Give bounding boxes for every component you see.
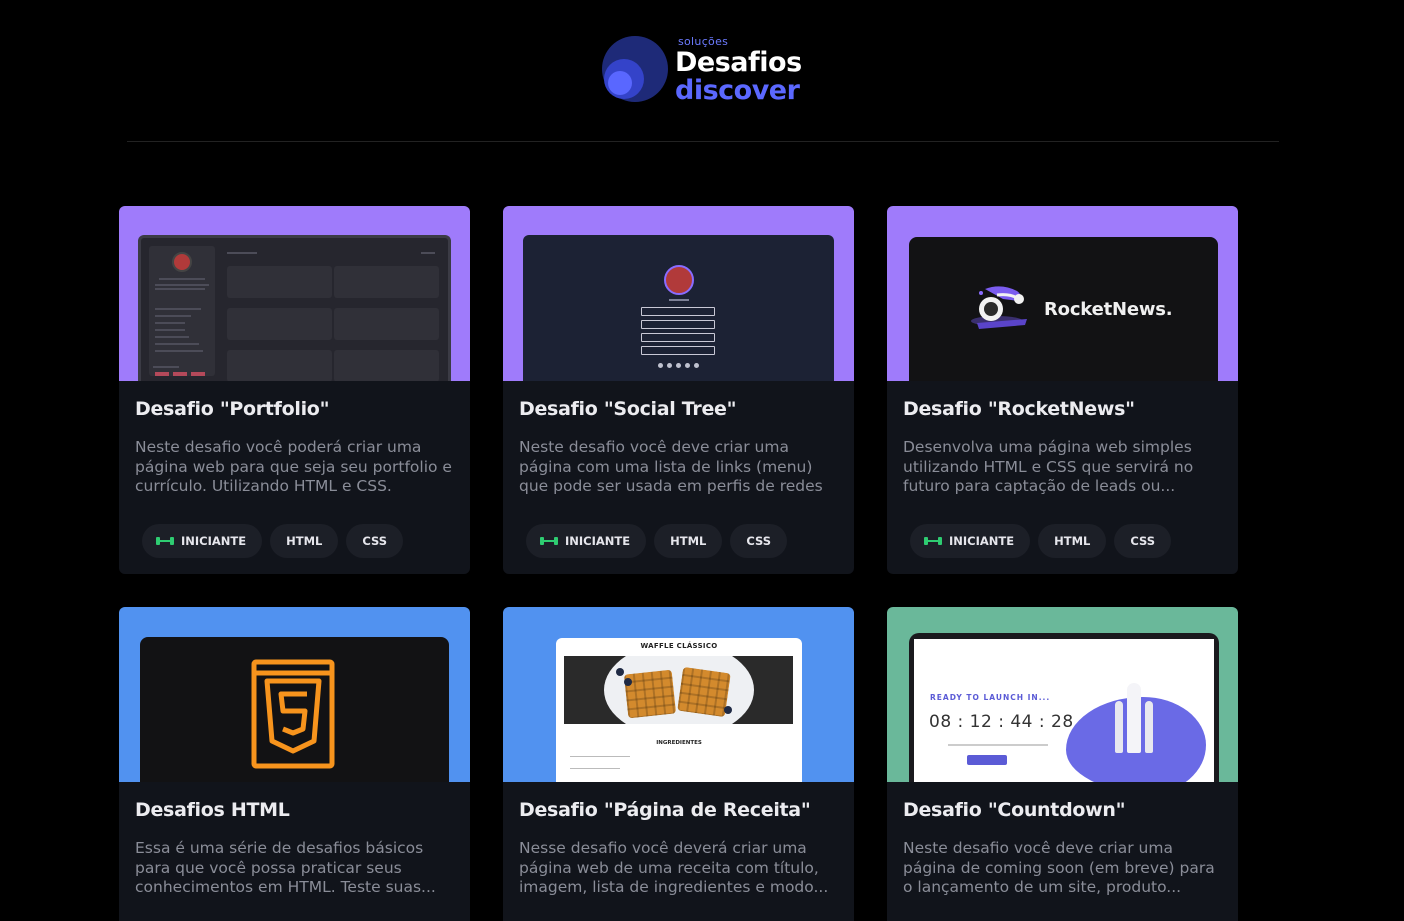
html5-icon (251, 659, 335, 769)
dumbbell-icon (540, 536, 558, 546)
card-description: Neste desafio você deve criar uma página… (519, 438, 823, 495)
card-title: Desafio "Página de Receita" (519, 799, 811, 821)
rocket-icon (1127, 683, 1141, 753)
tag-list: INICIANTE HTML CSS (526, 524, 788, 558)
card-description: Essa é uma série de desafios básicos par… (135, 839, 436, 896)
card-title: Desafio "Social Tree" (519, 398, 737, 420)
tag-list: INICIANTE HTML CSS (142, 524, 404, 558)
card-title: Desafio "Countdown" (903, 799, 1126, 821)
card-thumbnail: READY TO LAUNCH IN... 08 : 12 : 44 : 28 (887, 607, 1238, 782)
card-thumbnail (119, 206, 470, 381)
tag-css: CSS (730, 524, 788, 558)
card-title: Desafio "RocketNews" (903, 398, 1135, 420)
card-description: Neste desafio você deve criar uma página… (903, 839, 1215, 896)
challenge-card-recipe[interactable]: WAFFLE CLÁSSICO INGREDIENTES Desafio "Pá… (503, 607, 854, 921)
card-thumbnail: WAFFLE CLÁSSICO INGREDIENTES (503, 607, 854, 782)
rocket-astronaut-icon (971, 286, 1027, 329)
tag-css: CSS (346, 524, 404, 558)
tag-css: CSS (1114, 524, 1172, 558)
countdown-button (967, 755, 1007, 765)
tag-html: HTML (1038, 524, 1107, 558)
recipe-preview: WAFFLE CLÁSSICO INGREDIENTES (556, 638, 802, 782)
logo-subtitle: discover (675, 75, 800, 106)
tag-html: HTML (654, 524, 723, 558)
rocketnews-preview: RocketNews. (909, 237, 1218, 381)
challenge-card-html[interactable]: Desafios HTML Essa é uma série de desafi… (119, 607, 470, 921)
countdown-ready-text: READY TO LAUNCH IN... (930, 693, 1051, 702)
html-preview (140, 637, 449, 782)
logo-title: Desafios (675, 47, 802, 78)
recipe-photo (564, 656, 793, 724)
portfolio-preview (138, 235, 451, 381)
card-title: Desafio "Portfolio" (135, 398, 330, 420)
avatar (172, 252, 192, 272)
app-window: soluções Desafios discover Desafio "Port… (0, 0, 1404, 921)
tag-level: INICIANTE (910, 524, 1031, 558)
tag-level: INICIANTE (142, 524, 263, 558)
card-description: Desenvolva uma página web simples utiliz… (903, 438, 1194, 495)
dumbbell-icon (156, 536, 174, 546)
challenge-card-social-tree[interactable]: Desafio "Social Tree" Neste desafio você… (503, 206, 854, 574)
avatar (664, 265, 694, 295)
countdown-timer: 08 : 12 : 44 : 28 (929, 712, 1074, 732)
tag-level: INICIANTE (526, 524, 647, 558)
logo-icon-inner (608, 71, 632, 95)
tag-list: INICIANTE HTML CSS (910, 524, 1172, 558)
header-divider (127, 141, 1279, 142)
challenge-card-portfolio[interactable]: Desafio "Portfolio" Neste desafio você p… (119, 206, 470, 574)
countdown-preview: READY TO LAUNCH IN... 08 : 12 : 44 : 28 (909, 633, 1219, 782)
dumbbell-icon (924, 536, 942, 546)
challenge-card-rocketnews[interactable]: RocketNews. Desafio "RocketNews" Desenvo… (887, 206, 1238, 574)
logo[interactable]: soluções Desafios discover (602, 33, 812, 113)
challenge-card-countdown[interactable]: READY TO LAUNCH IN... 08 : 12 : 44 : 28 … (887, 607, 1238, 921)
card-thumbnail (119, 607, 470, 782)
card-description: Nesse desafio você deverá criar uma pági… (519, 839, 829, 896)
card-description: Neste desafio você poderá criar uma pági… (135, 438, 452, 495)
rocketnews-logo-text: RocketNews. (1044, 299, 1173, 320)
header: soluções Desafios discover (0, 0, 1404, 142)
card-title: Desafios HTML (135, 799, 290, 821)
recipe-title: WAFFLE CLÁSSICO (640, 642, 718, 650)
recipe-ingredients-heading: INGREDIENTES (656, 740, 702, 746)
card-thumbnail (503, 206, 854, 381)
card-thumbnail: RocketNews. (887, 206, 1238, 381)
tag-html: HTML (270, 524, 339, 558)
social-tree-preview (523, 235, 834, 381)
